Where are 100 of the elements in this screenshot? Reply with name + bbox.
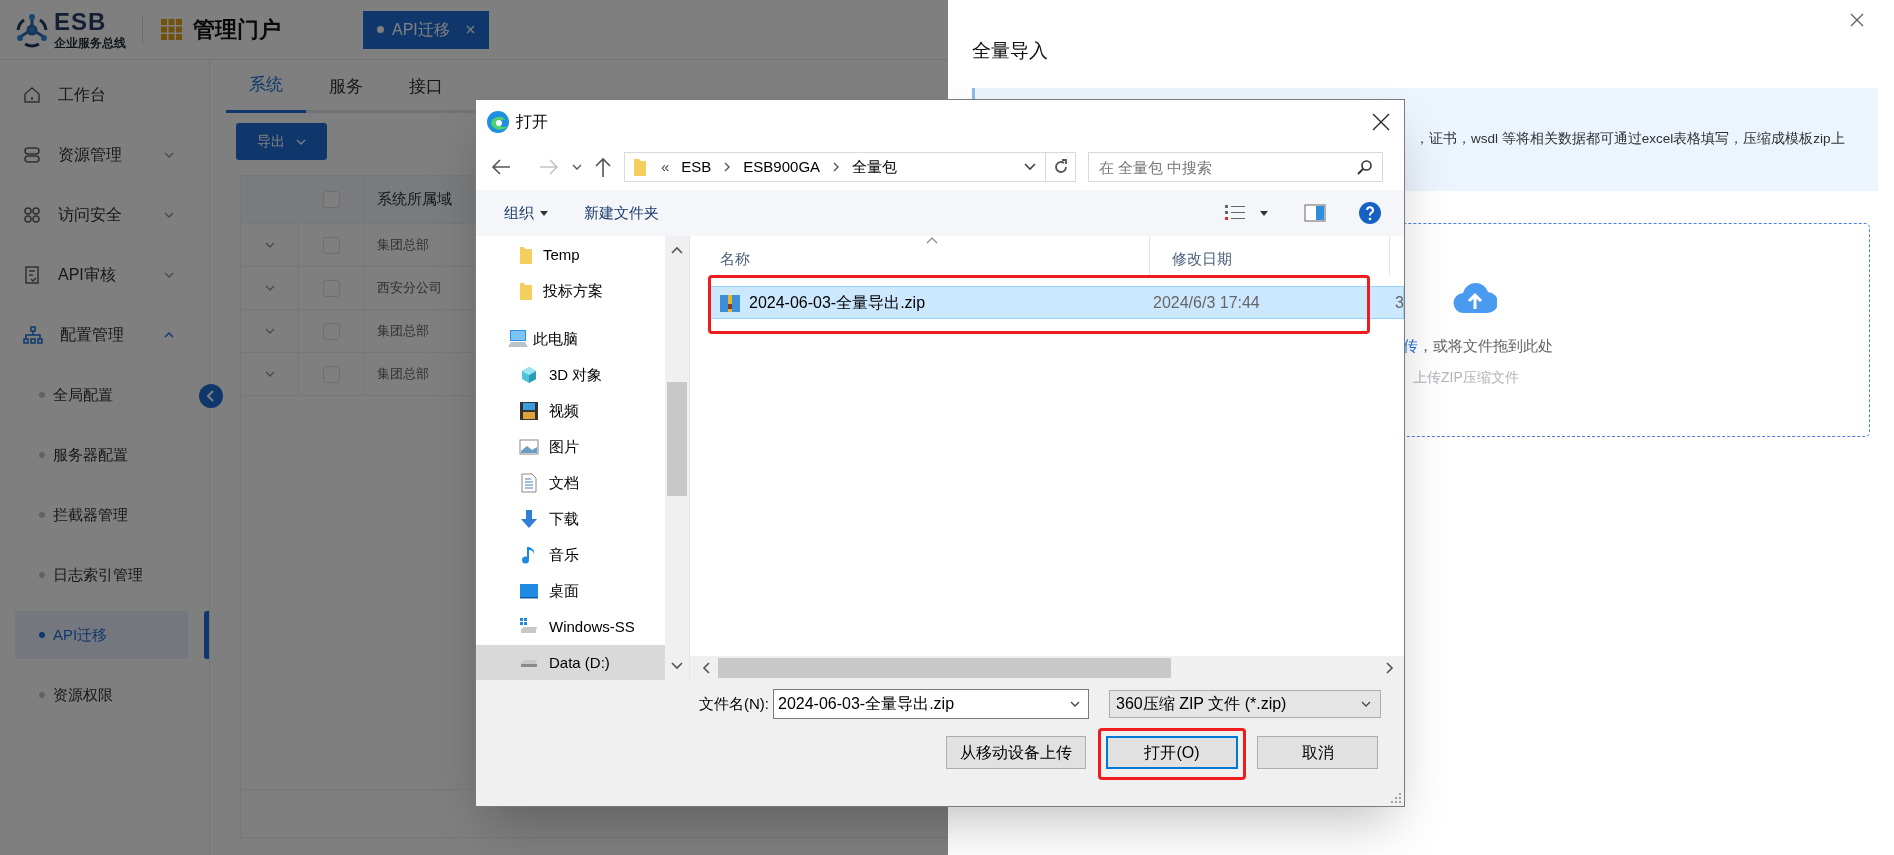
nav-item[interactable]: 图片 (476, 429, 665, 465)
content-tab[interactable]: 服务 (306, 60, 386, 113)
sidebar-subitem[interactable]: 资源权限 (15, 671, 188, 719)
up-arrow-icon[interactable] (594, 156, 612, 178)
collapse-button[interactable] (199, 384, 223, 408)
bullet-icon (39, 692, 45, 698)
close-icon[interactable] (1372, 113, 1390, 131)
upload-text: ，或将文件拖到此处 (1418, 335, 1553, 356)
sidebar-subitem[interactable]: 全局配置 (15, 371, 188, 419)
sidebar-item[interactable]: 工作台 (0, 65, 209, 125)
column-header[interactable]: 修改日期 (1172, 247, 1232, 271)
cloud-upload-icon (1453, 280, 1497, 315)
vertical-scrollbar[interactable] (665, 236, 689, 680)
sidebar-subitem[interactable]: 服务器配置 (15, 431, 188, 479)
bullet-icon (39, 572, 45, 578)
folder-icon (633, 157, 647, 177)
horizontal-scrollbar[interactable] (690, 656, 1404, 680)
file-name: 2024-06-03-全量导出.zip (749, 292, 926, 313)
column-header[interactable]: 名称 (720, 247, 750, 271)
drawer-title: 全量导入 (972, 39, 1048, 63)
desktop-icon (519, 581, 539, 601)
upload-hint: 上传ZIP压缩文件 (1413, 368, 1519, 387)
scroll-left-icon[interactable] (702, 662, 710, 674)
cube-icon (519, 365, 539, 385)
organize-button[interactable]: 组织 (504, 201, 548, 225)
search-field[interactable]: 在 全量包 中搜索 (1088, 152, 1383, 182)
nav-item[interactable]: 下载 (476, 501, 665, 537)
caret-icon[interactable] (1260, 210, 1268, 216)
nav-item[interactable]: Temp (476, 237, 665, 273)
dialog-title: 打开 (516, 112, 548, 132)
breadcrumb-item[interactable]: ESB900GA (743, 155, 821, 179)
new-folder-button[interactable]: 新建文件夹 (584, 201, 659, 225)
picture-icon (519, 437, 539, 457)
file-date: 2024/6/3 17:44 (1153, 293, 1260, 311)
nav-item[interactable]: 视频 (476, 393, 665, 429)
nav-item[interactable]: 此电脑 (476, 309, 665, 357)
nav-item[interactable]: 音乐 (476, 537, 665, 573)
nav-item[interactable]: 桌面 (476, 573, 665, 609)
grid-icon (22, 205, 42, 225)
bullet-icon (39, 452, 45, 458)
nav-item[interactable]: 文档 (476, 465, 665, 501)
breadcrumb-item[interactable]: 全量包 (852, 155, 898, 179)
drive-icon (519, 658, 539, 668)
nav-item[interactable]: Data (D:) (476, 645, 665, 680)
nav-item[interactable]: Windows-SS (476, 609, 665, 645)
content-tab[interactable]: 接口 (386, 60, 466, 113)
path-overflow[interactable]: « (661, 155, 670, 179)
table-cell-text: 集团总部 (377, 365, 429, 384)
nav-item[interactable]: 投标方案 (476, 273, 665, 309)
dropdown-icon[interactable] (1023, 162, 1037, 172)
back-arrow-icon[interactable] (490, 158, 512, 176)
computer-icon (507, 329, 529, 349)
sidebar-subitem[interactable]: 拦截器管理 (15, 491, 188, 539)
portal-title: 管理门户 (193, 16, 281, 44)
logo-subtitle: 企业服务总线 (54, 37, 126, 49)
sidebar-item[interactable]: API审核 (0, 245, 209, 305)
document-icon (519, 473, 539, 493)
dialog-button[interactable]: 从移动设备上传 (946, 736, 1086, 769)
bullet-icon (39, 392, 45, 398)
sidebar-item[interactable]: 资源管理 (0, 125, 209, 185)
scrollbar-thumb[interactable] (667, 382, 687, 496)
folder-icon (519, 245, 533, 265)
resize-grip-icon[interactable] (1390, 792, 1402, 804)
help-icon[interactable] (1358, 201, 1382, 225)
active-indicator (204, 611, 209, 659)
file-row[interactable]: 2024-06-03-全量导出.zip 2024/6/3 17:44 3 (710, 286, 1404, 319)
table-cell-text: 西安分公司 (377, 279, 442, 298)
logo-title: ESB (54, 10, 108, 34)
bullet-icon (39, 632, 45, 638)
filename-field[interactable]: 2024-06-03-全量导出.zip (773, 689, 1089, 719)
column-header: 系统所属域 (377, 189, 452, 210)
refresh-button[interactable] (1046, 152, 1076, 182)
sidebar-item[interactable]: 访问安全 (0, 185, 209, 245)
filetype-select[interactable]: 360压缩 ZIP 文件 (*.zip) (1109, 690, 1381, 718)
chevron-right-icon (723, 162, 732, 172)
sort-caret-icon[interactable] (926, 237, 938, 244)
browser-icon (486, 110, 510, 134)
dialog-button[interactable]: 打开(O) (1106, 736, 1238, 769)
folder-icon (519, 281, 533, 301)
home-icon (22, 85, 42, 105)
server-icon (22, 145, 42, 165)
bullet-icon (39, 512, 45, 518)
sitemap-icon (22, 325, 44, 345)
scroll-up-icon[interactable] (671, 246, 683, 254)
forward-arrow-icon[interactable] (538, 158, 560, 176)
preview-pane-icon[interactable] (1304, 204, 1326, 222)
search-icon[interactable] (1357, 159, 1373, 175)
recent-dropdown-icon[interactable] (572, 163, 582, 171)
scroll-down-icon[interactable] (671, 662, 683, 670)
scrollbar-thumb[interactable] (718, 658, 1171, 678)
close-icon[interactable] (1850, 13, 1864, 27)
dialog-button[interactable]: 取消 (1257, 736, 1378, 769)
address-bar[interactable]: « ESB ESB900GA 全量包 (624, 152, 1046, 182)
filename-label: 文件名(N): (698, 693, 769, 714)
breadcrumb-item[interactable]: ESB (681, 155, 712, 179)
scroll-right-icon[interactable] (1386, 662, 1394, 674)
list-view-icon[interactable] (1224, 203, 1246, 223)
sidebar-subitem[interactable]: 日志索引管理 (15, 551, 188, 599)
nav-item[interactable]: 3D 对象 (476, 357, 665, 393)
sidebar-item[interactable]: 配置管理 (0, 305, 209, 365)
